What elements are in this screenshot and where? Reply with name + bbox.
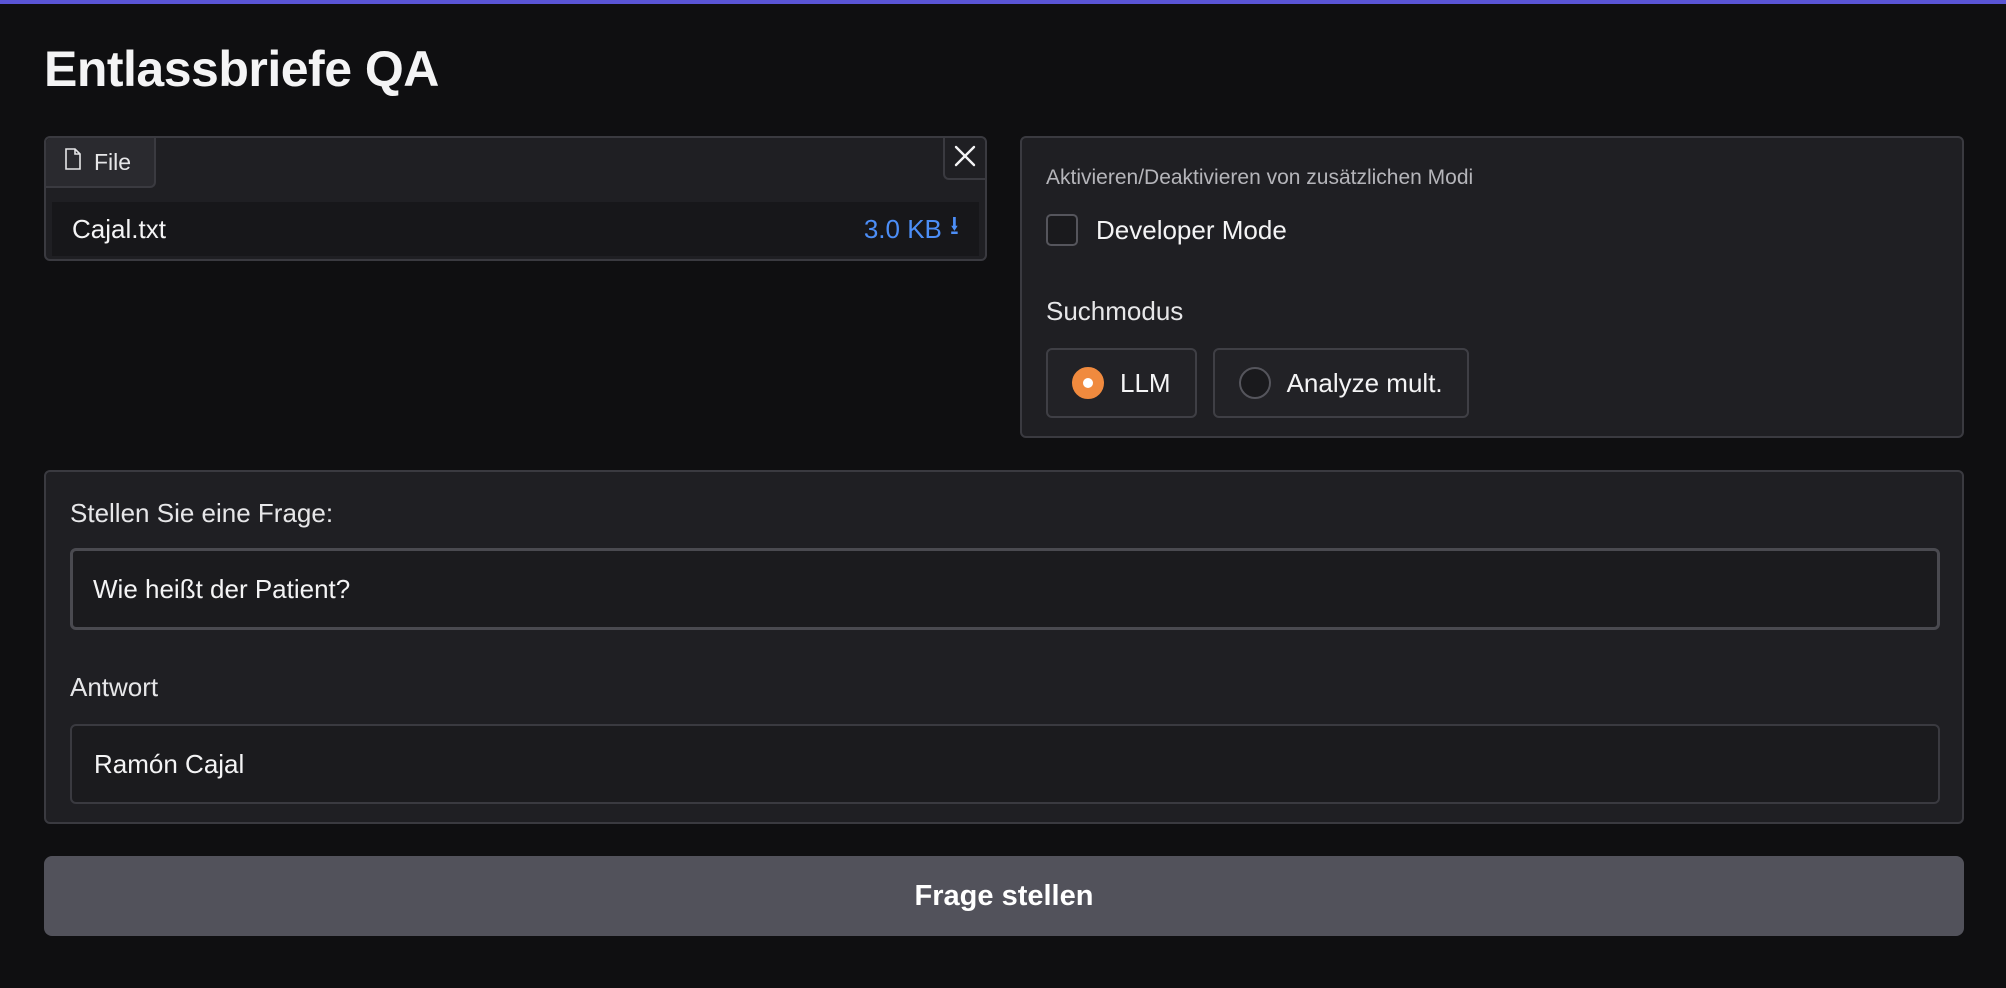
radio-option-label: Analyze mult. xyxy=(1286,367,1443,398)
developer-mode-toggle[interactable]: Developer Mode xyxy=(1046,214,1287,246)
page-title: Entlassbriefe QA xyxy=(44,41,439,97)
answer-label: Antwort xyxy=(70,672,159,702)
download-icon: ⭳ xyxy=(949,210,959,240)
ask-question-button[interactable]: Frage stellen xyxy=(44,856,1964,936)
radio-option-label: LLM xyxy=(1120,367,1171,398)
file-tab-label: File xyxy=(94,148,132,175)
answer-output: Ramón Cajal xyxy=(70,724,1940,804)
question-input[interactable] xyxy=(70,548,1940,630)
search-mode-label: Suchmodus xyxy=(1046,296,1184,326)
file-download-link[interactable]: 3.0 KB ⭳ xyxy=(864,207,959,251)
clear-file-button[interactable] xyxy=(943,138,985,180)
search-mode-radio-group: LLM Analyze mult. xyxy=(1046,348,1469,418)
file-name: Cajal.txt xyxy=(72,213,166,244)
developer-mode-label: Developer Mode xyxy=(1096,214,1287,245)
top-accent-bar xyxy=(0,0,2006,4)
radio-option-analyze-mult[interactable]: Analyze mult. xyxy=(1212,348,1469,418)
radio-unselected-indicator[interactable] xyxy=(1238,367,1271,399)
file-upload-panel: File Cajal.txt 3.0 KB ⭳ xyxy=(44,136,987,261)
file-size: 3.0 KB xyxy=(863,213,942,244)
question-label: Stellen Sie eine Frage: xyxy=(70,498,334,528)
developer-mode-checkbox[interactable] xyxy=(1046,214,1078,246)
modes-caption: Aktivieren/Deaktivieren von zusätzlichen… xyxy=(1046,166,1474,189)
file-icon xyxy=(64,148,82,176)
radio-option-llm[interactable]: LLM xyxy=(1046,348,1197,418)
close-icon xyxy=(953,144,977,173)
radio-selected-indicator[interactable] xyxy=(1072,367,1104,399)
file-tab: File xyxy=(46,138,156,188)
qa-panel: Stellen Sie eine Frage: Antwort Ramón Ca… xyxy=(44,470,1964,824)
modes-panel: Aktivieren/Deaktivieren von zusätzlichen… xyxy=(1020,136,1964,438)
uploaded-file-row: Cajal.txt 3.0 KB ⭳ xyxy=(52,202,979,256)
